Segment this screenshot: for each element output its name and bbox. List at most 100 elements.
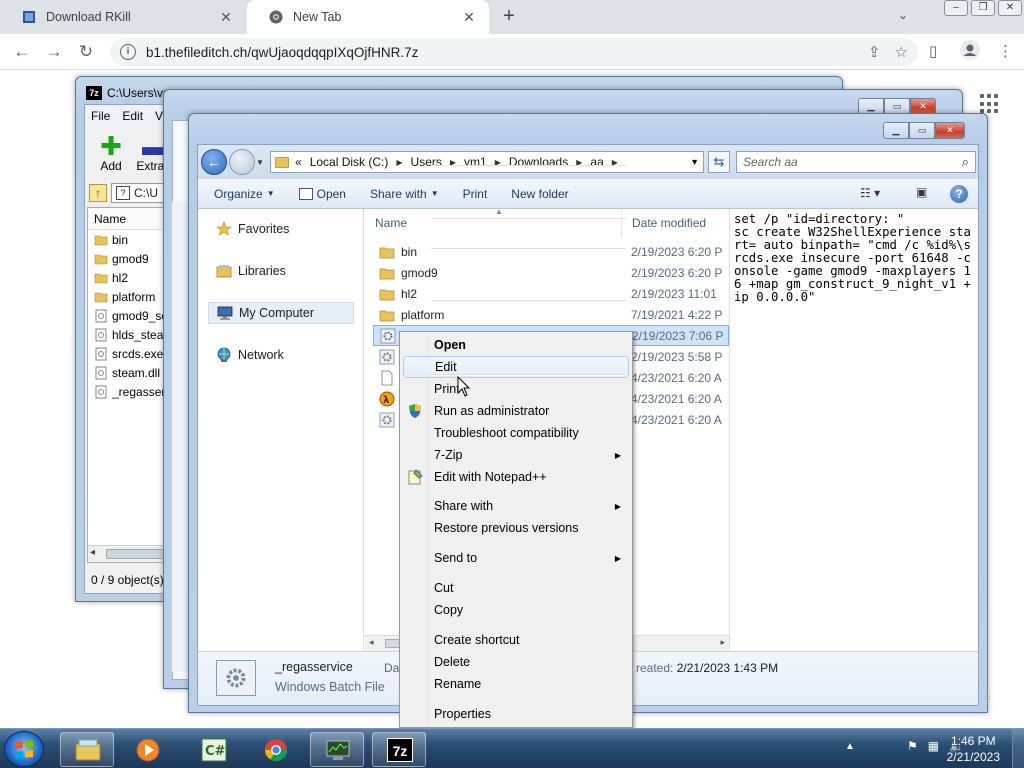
taskbar-explorer-button[interactable] [60,732,114,767]
nav-my-computer[interactable]: My Computer [208,302,354,324]
menu-file[interactable]: File [91,109,110,123]
breadcrumb-address-bar[interactable]: « Local Disk (C:) ▶ Users ▶ vm1 ▶ Downlo… [270,151,704,173]
minimize-button[interactable]: – [944,0,968,16]
menu-item-troubleshoot-compatibility[interactable]: Troubleshoot compatibility [403,422,629,444]
scroll-left-icon[interactable]: ◂ [369,637,374,648]
new-folder-button[interactable]: New folder [503,187,576,201]
nav-favorites[interactable]: Favorites [208,218,354,240]
close-button[interactable]: ✕ [998,0,1022,16]
menu-item-edit-with-notepad[interactable]: Edit with Notepad++ [403,466,629,488]
menu-separator [431,165,626,167]
show-desktop-button[interactable] [1012,729,1024,768]
add-button[interactable]: ✚ Add [87,133,135,173]
minimize-button[interactable]: ▁ [883,122,909,139]
star-icon [216,221,232,236]
folder-up-icon[interactable]: ↑ [89,184,107,202]
breadcrumb-local-disk[interactable]: Local Disk (C:) [310,155,389,169]
folder-icon [94,273,108,283]
search-icon[interactable]: ⌕ [962,154,969,170]
tab-new-tab[interactable]: New Tab ✕ [247,0,489,34]
address-dropdown-icon[interactable]: ▼ [690,157,699,167]
reload-icon[interactable]: ↻ [74,40,98,64]
close-tab-icon[interactable]: ✕ [218,9,234,26]
scroll-left-icon[interactable]: ◂ [90,547,95,558]
breadcrumb-overflow[interactable]: « [295,155,302,169]
folder-icon [379,268,395,279]
menu-item-rename[interactable]: Rename [403,673,629,695]
forward-arrow-icon[interactable]: → [42,40,66,64]
context-menu: Open Edit Print Run as administrator Trouble… [399,165,633,728]
scroll-right-icon[interactable]: ▸ [720,637,725,648]
back-arrow-icon[interactable]: ← [10,40,34,64]
column-header-date[interactable]: Date modified [621,209,706,237]
network-status-icon[interactable]: ▦ [928,739,939,753]
menu-item-send-to[interactable]: Send to ▶ [403,547,629,569]
side-panel-icon[interactable]: ▯ [929,42,937,60]
back-arrow-icon[interactable]: ← [201,149,227,175]
chrome-menu-icon[interactable]: ⋮ [998,42,1013,60]
recent-pages-dropdown-icon[interactable]: ▼ [256,158,264,167]
chrome-icon [265,739,287,761]
menu-item-delete[interactable]: Delete [403,651,629,673]
menu-view[interactable]: V [155,109,163,123]
nav-libraries[interactable]: Libraries [208,260,354,282]
forward-arrow-icon[interactable] [229,149,255,175]
print-button[interactable]: Print [455,187,496,201]
menu-item-print[interactable]: Print [403,378,629,400]
menu-item-cut[interactable]: Cut [403,577,629,599]
restore-button[interactable]: ❐ [971,0,995,16]
menu-edit[interactable]: Edit [122,109,143,123]
close-button[interactable]: ✕ [935,122,965,139]
taskbar-task-manager-button[interactable] [310,732,364,767]
menu-item-share-with[interactable]: Share with ▶ [403,495,629,517]
tab-download-rkill[interactable]: Download RKill ✕ [0,0,246,34]
csharp-icon: C# [201,738,227,762]
preview-pane-icon[interactable]: ▣ [916,185,927,199]
site-info-icon[interactable]: i [120,44,136,60]
help-icon[interactable]: ? [950,185,968,203]
clock[interactable]: 1:46 PM 2/21/2023 [947,733,1000,765]
menu-separator [431,248,626,250]
url-text[interactable]: b1.thefileditch.ch/qwUjaoqdqqpIXqOjfHNR.… [146,45,854,60]
taskbar-7zip-button[interactable]: 7z [372,732,426,767]
menu-item-properties[interactable]: Properties [403,703,629,725]
menu-item-open[interactable]: Open [403,334,629,356]
close-tab-icon[interactable]: ✕ [461,9,477,26]
taskbar-chrome-button[interactable] [248,732,302,767]
file-date: 2/19/2023 11:01 [631,286,717,301]
change-view-icon[interactable]: ☷ ▾ [860,186,880,200]
menu-item-run-as-administrator[interactable]: Run as administrator [403,400,629,422]
file-row[interactable]: bin 2/19/2023 6:20 P [373,241,729,262]
menu-item-create-shortcut[interactable]: Create shortcut [403,629,629,651]
maximize-button[interactable]: ▭ [909,122,935,139]
organize-button[interactable]: Organize ▼ [206,187,283,201]
file-row[interactable]: gmod9 2/19/2023 6:20 P [373,262,729,283]
action-center-flag-icon[interactable]: ⚑ [907,739,918,753]
share-with-button[interactable]: Share with ▼ [362,187,447,201]
file-row[interactable]: platform 7/19/2021 4:22 P [373,304,729,325]
menu-item-7-zip[interactable]: 7-Zip ▶ [403,444,629,466]
menu-item-restore-previous-versions[interactable]: Restore previous versions [403,517,629,539]
search-input[interactable]: Search aa ⌕ [736,151,976,173]
menu-item-copy[interactable]: Copy [403,599,629,621]
submenu-arrow-icon: ▶ [614,553,621,563]
bookmark-star-icon[interactable]: ☆ [895,43,908,61]
open-button[interactable]: Open [291,187,354,201]
profile-avatar-icon[interactable] [960,40,980,64]
new-tab-button[interactable]: + [498,5,520,27]
tab-title: New Tab [293,10,342,24]
taskbar-media-player-button[interactable] [120,732,174,767]
breadcrumb-separator-icon[interactable]: ▶ [396,158,402,167]
apps-grid-icon[interactable] [980,94,1000,114]
tab-search-chevron-icon[interactable]: ⌄ [898,8,908,22]
taskbar-csharp-button[interactable]: C# [186,732,240,767]
share-icon[interactable]: ⇪ [868,43,881,61]
address-bar[interactable]: i b1.thefileditch.ch/qwUjaoqdqqpIXqOjfHN… [110,38,918,66]
nav-network[interactable]: Network [208,344,354,366]
show-hidden-icons-icon[interactable]: ▲ [845,741,855,752]
start-button[interactable] [4,731,44,767]
scroll-thumb[interactable] [106,549,166,559]
file-date: 4/23/2021 6:20 A [631,391,722,406]
dropdown-arrow-icon: ▼ [266,189,275,198]
refresh-icon[interactable]: ⇆ [708,151,730,173]
